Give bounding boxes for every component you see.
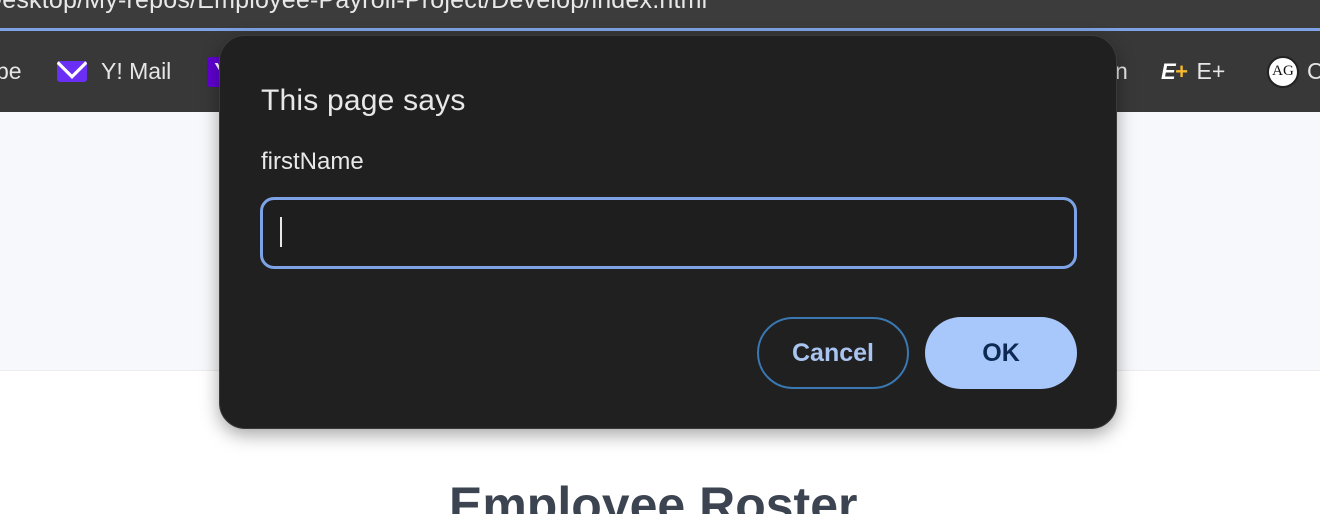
bookmark-label: be [0, 58, 22, 84]
eplus-glyph: E [1161, 58, 1176, 84]
eplus-plus: + [1174, 58, 1188, 84]
page-title: Employee Roster [449, 477, 858, 514]
bookmark-label: Y! Mail [101, 58, 172, 84]
prompt-input[interactable] [260, 197, 1077, 269]
bookmark-eplus[interactable]: E+ E+ [1161, 31, 1225, 112]
prompt-dialog: This page says firstName Cancel OK [219, 35, 1117, 429]
bookmark-label: E+ [1196, 58, 1226, 84]
ag-icon: AG [1267, 55, 1299, 88]
eplus-icon: E+ [1161, 58, 1188, 85]
bookmark-ymail[interactable]: Y! Mail [57, 31, 171, 112]
cancel-button[interactable]: Cancel [757, 317, 909, 389]
dialog-message: firstName [261, 148, 364, 175]
address-bar[interactable]: Desktop/My-repos/Employee-Payroll-Projec… [0, 0, 1320, 29]
text-caret [280, 217, 282, 247]
browser-window: Desktop/My-repos/Employee-Payroll-Projec… [0, 0, 1320, 514]
bookmark-label: C [1307, 58, 1320, 84]
bookmark-item[interactable]: be [0, 31, 22, 112]
mail-icon [57, 61, 87, 82]
bookmark-ag[interactable]: AG C [1267, 31, 1320, 112]
dialog-title: This page says [261, 84, 466, 117]
ok-button[interactable]: OK [925, 317, 1077, 389]
address-text[interactable]: Desktop/My-repos/Employee-Payroll-Projec… [0, 0, 707, 15]
